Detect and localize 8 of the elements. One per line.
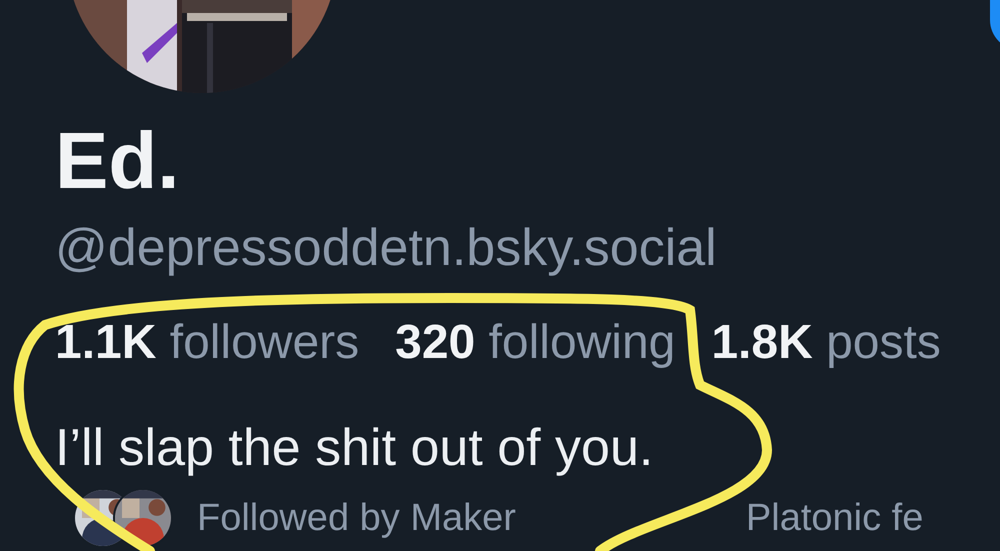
stat-link[interactable]: 1.1K followers — [55, 319, 360, 367]
handle: @depressoddetn.bsky.social — [55, 222, 717, 274]
followed-by-text[interactable]: Platonic fe — [746, 499, 924, 537]
bio-text: I’ll slap the shit out of you. — [55, 422, 654, 474]
stat-link[interactable]: 320 following — [395, 319, 676, 367]
display-name: Ed. — [55, 121, 180, 201]
followed-by-text[interactable]: Followed by Maker — [197, 499, 516, 537]
stat-link[interactable]: 1.8K posts — [711, 319, 941, 367]
